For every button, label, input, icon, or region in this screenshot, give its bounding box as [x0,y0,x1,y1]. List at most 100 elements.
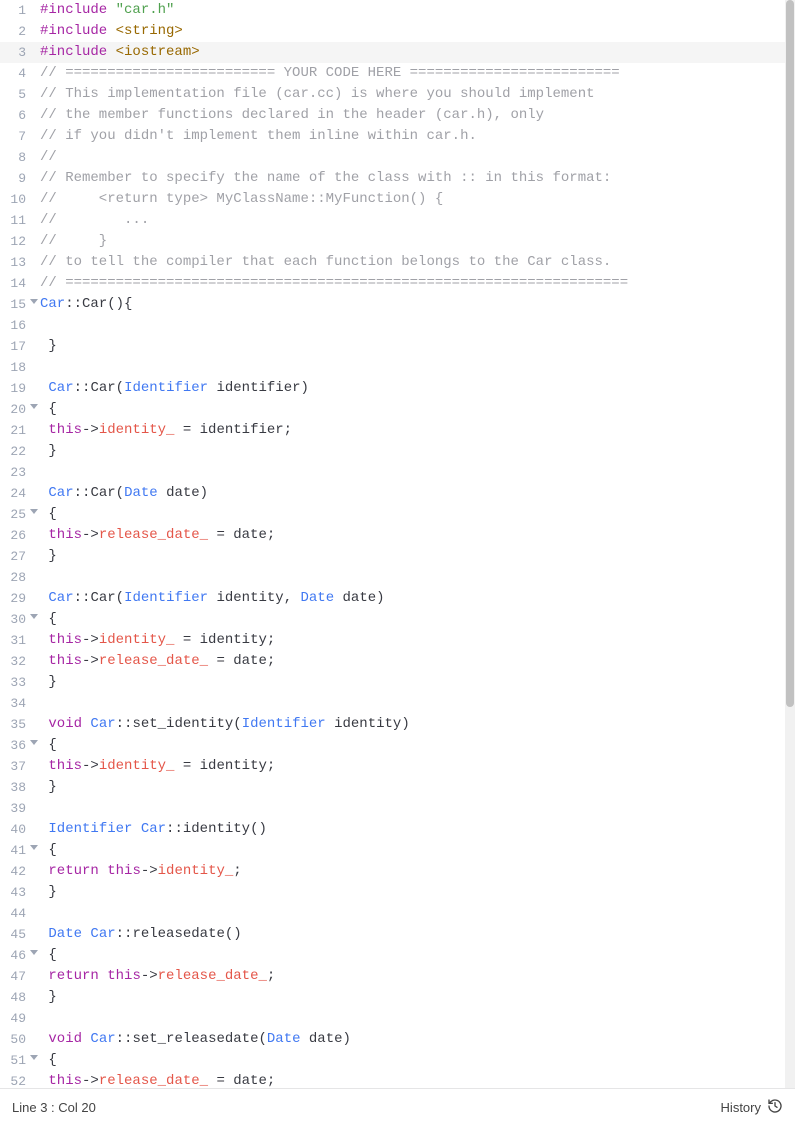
code-line[interactable]: Date Car::releasedate() [40,924,785,945]
line-number[interactable]: 23 [0,462,40,483]
code-line[interactable]: void Car::set_identity(Identifier identi… [40,714,785,735]
code-line[interactable]: Car::Car(){ [40,294,785,315]
code-line[interactable]: this->identity_ = identity; [40,756,785,777]
fold-arrow-icon[interactable] [30,1055,38,1060]
line-number[interactable]: 50 [0,1029,40,1050]
line-number[interactable]: 14 [0,273,40,294]
line-number[interactable]: 36 [0,735,40,756]
line-number[interactable]: 51 [0,1050,40,1071]
code-line[interactable]: } [40,546,785,567]
code-line[interactable]: #include <string> [40,21,785,42]
code-line[interactable]: // =====================================… [40,273,785,294]
line-number[interactable]: 13 [0,252,40,273]
line-number[interactable]: 4 [0,63,40,84]
code-line[interactable]: void Car::set_releasedate(Date date) [40,1029,785,1050]
code-line[interactable] [40,315,785,336]
line-number[interactable]: 3 [0,42,40,63]
line-number[interactable]: 1 [0,0,40,21]
code-line[interactable]: { [40,1050,785,1071]
code-line[interactable]: // the member functions declared in the … [40,105,785,126]
line-number[interactable]: 37 [0,756,40,777]
vertical-scrollbar-track[interactable] [785,0,795,1088]
editor-viewport[interactable]: 1234567891011121314151617181920212223242… [0,0,785,1088]
code-line[interactable]: } [40,777,785,798]
fold-arrow-icon[interactable] [30,404,38,409]
line-number[interactable]: 16 [0,315,40,336]
code-line[interactable]: this->release_date_ = date; [40,651,785,672]
code-line[interactable]: } [40,336,785,357]
code-line[interactable]: // [40,147,785,168]
line-number[interactable]: 41 [0,840,40,861]
fold-arrow-icon[interactable] [30,740,38,745]
code-line[interactable] [40,357,785,378]
code-content[interactable]: #include "car.h"#include <string>#includ… [40,0,785,1088]
code-line[interactable] [40,903,785,924]
code-line[interactable]: return this->identity_; [40,861,785,882]
line-number[interactable]: 32 [0,651,40,672]
line-number[interactable]: 33 [0,672,40,693]
line-number[interactable]: 15 [0,294,40,315]
fold-arrow-icon[interactable] [30,845,38,850]
line-number[interactable]: 35 [0,714,40,735]
line-number[interactable]: 5 [0,84,40,105]
code-line[interactable]: // to tell the compiler that each functi… [40,252,785,273]
line-number[interactable]: 19 [0,378,40,399]
code-line[interactable]: // This implementation file (car.cc) is … [40,84,785,105]
code-line[interactable]: Car::Car(Date date) [40,483,785,504]
line-number[interactable]: 42 [0,861,40,882]
code-line[interactable]: this->identity_ = identity; [40,630,785,651]
fold-arrow-icon[interactable] [30,509,38,514]
line-number[interactable]: 11 [0,210,40,231]
code-line[interactable]: } [40,672,785,693]
line-number[interactable]: 22 [0,441,40,462]
line-number[interactable]: 26 [0,525,40,546]
code-line[interactable]: Car::Car(Identifier identity, Date date) [40,588,785,609]
line-number[interactable]: 21 [0,420,40,441]
line-number[interactable]: 25 [0,504,40,525]
line-number[interactable]: 27 [0,546,40,567]
line-number[interactable]: 30 [0,609,40,630]
history-button[interactable]: History [721,1098,783,1117]
code-line[interactable] [40,462,785,483]
code-line[interactable]: { [40,504,785,525]
line-number[interactable]: 29 [0,588,40,609]
code-line[interactable] [40,798,785,819]
line-number[interactable]: 18 [0,357,40,378]
code-line[interactable]: // } [40,231,785,252]
line-number[interactable]: 49 [0,1008,40,1029]
line-number[interactable]: 28 [0,567,40,588]
code-line[interactable]: this->release_date_ = date; [40,1071,785,1088]
code-line[interactable]: this->identity_ = identifier; [40,420,785,441]
line-number[interactable]: 47 [0,966,40,987]
code-line[interactable]: } [40,441,785,462]
line-number[interactable]: 24 [0,483,40,504]
line-number[interactable]: 44 [0,903,40,924]
line-number[interactable]: 8 [0,147,40,168]
line-number-gutter[interactable]: 1234567891011121314151617181920212223242… [0,0,40,1088]
fold-arrow-icon[interactable] [30,950,38,955]
line-number[interactable]: 17 [0,336,40,357]
code-line[interactable]: this->release_date_ = date; [40,525,785,546]
code-line[interactable]: #include "car.h" [40,0,785,21]
line-number[interactable]: 38 [0,777,40,798]
code-line[interactable]: return this->release_date_; [40,966,785,987]
line-number[interactable]: 43 [0,882,40,903]
code-line[interactable]: } [40,987,785,1008]
line-number[interactable]: 39 [0,798,40,819]
code-line[interactable]: // <return type> MyClassName::MyFunction… [40,189,785,210]
line-number[interactable]: 9 [0,168,40,189]
code-line[interactable]: Car::Car(Identifier identifier) [40,378,785,399]
code-line[interactable]: // ... [40,210,785,231]
code-line[interactable]: // ========================= YOUR CODE H… [40,63,785,84]
code-line[interactable]: { [40,945,785,966]
code-line[interactable]: } [40,882,785,903]
line-number[interactable]: 31 [0,630,40,651]
code-line[interactable]: #include <iostream> [40,42,785,63]
code-line[interactable]: // Remember to specify the name of the c… [40,168,785,189]
line-number[interactable]: 10 [0,189,40,210]
code-line[interactable]: { [40,609,785,630]
line-number[interactable]: 52 [0,1071,40,1088]
code-line[interactable] [40,567,785,588]
fold-arrow-icon[interactable] [30,299,38,304]
vertical-scrollbar-thumb[interactable] [786,0,794,707]
